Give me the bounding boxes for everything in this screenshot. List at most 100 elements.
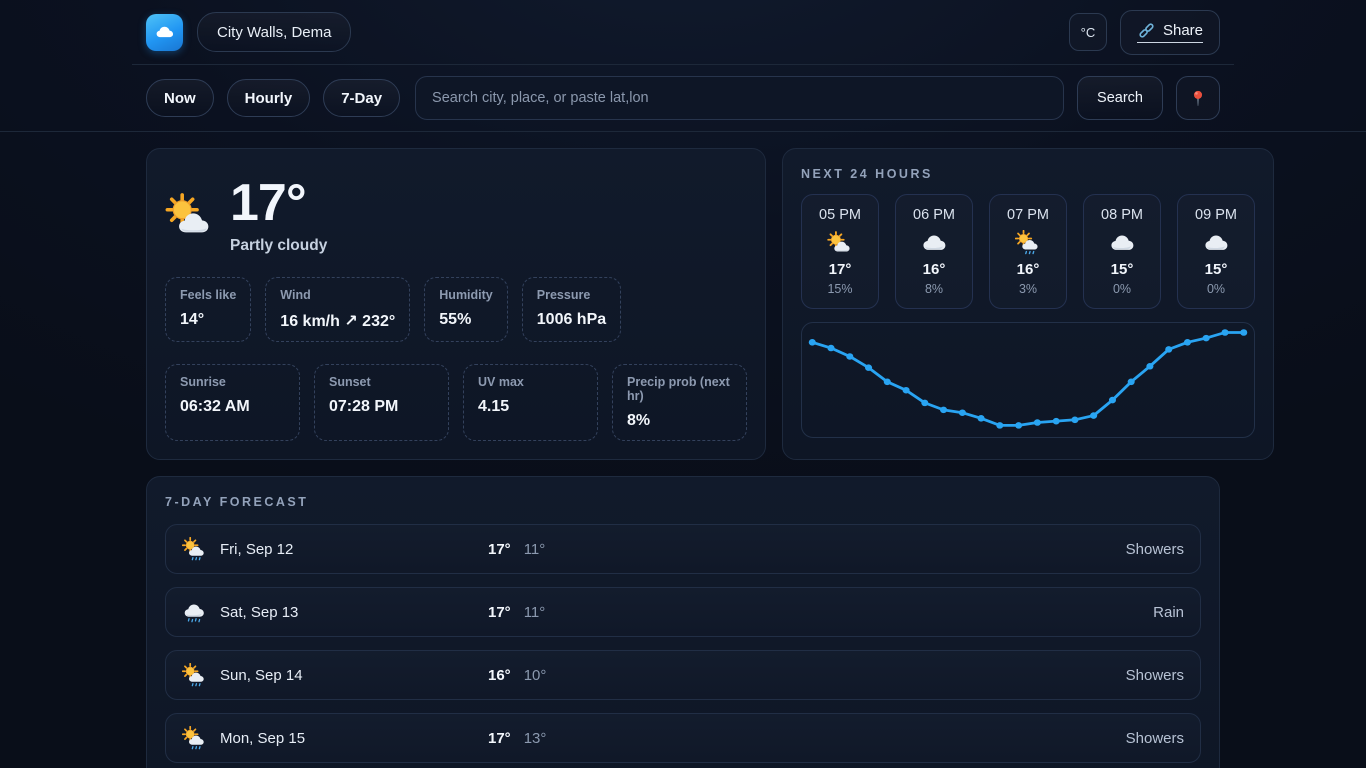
- day-low-temp: 10°: [524, 667, 547, 684]
- day-name: Sun, Sep 14: [220, 667, 488, 684]
- hourly-temp-chart: [801, 322, 1255, 438]
- day-name: Mon, Sep 15: [220, 730, 488, 747]
- stat-humidity: Humidity 55%: [424, 277, 507, 342]
- hour-precip: 0%: [1090, 282, 1154, 296]
- day-row-sat: Sat, Sep 13 17° 11° Rain: [165, 587, 1201, 637]
- stat-sunrise: Sunrise 06:32 AM: [165, 364, 300, 441]
- day-condition: Showers: [546, 667, 1184, 684]
- hour-time: 06 PM: [902, 207, 966, 223]
- link-icon: [1137, 21, 1156, 40]
- location-label: City Walls, Dema: [217, 24, 331, 41]
- unit-toggle-button[interactable]: °C: [1069, 13, 1107, 51]
- cloud-icon: [1109, 230, 1135, 256]
- day-high-temp: 17°: [488, 541, 511, 558]
- temp-trend-line-chart: [802, 323, 1254, 437]
- cloud-icon: [921, 230, 947, 256]
- current-summary: 17° Partly cloudy: [165, 177, 747, 255]
- current-weather-icon-wrap: [165, 191, 215, 241]
- stat-pressure: Pressure 1006 hPa: [522, 277, 621, 342]
- hourly-scroller[interactable]: 05 PM 17° 15% 06 PM 16° 8% 07 PM: [801, 194, 1255, 309]
- current-condition-text: Partly cloudy: [230, 237, 327, 255]
- hour-temp: 17°: [808, 261, 872, 278]
- day-condition: Showers: [546, 730, 1184, 747]
- stat-value: 16 km/h ↗ 232°: [280, 311, 395, 331]
- sun-behind-cloud-icon: [165, 191, 215, 241]
- use-my-location-button[interactable]: [1176, 76, 1220, 120]
- day-low-temp: 11°: [524, 604, 546, 621]
- day-name: Fri, Sep 12: [220, 541, 488, 558]
- stat-label: Pressure: [537, 288, 606, 302]
- stat-label: Precip prob (next hr): [627, 375, 732, 403]
- hour-time: 05 PM: [808, 207, 872, 223]
- hour-card: 05 PM 17° 15%: [801, 194, 879, 309]
- stat-label: UV max: [478, 375, 583, 389]
- day-low-temp: 13°: [524, 730, 547, 747]
- day-name: Sat, Sep 13: [220, 604, 488, 621]
- daily-section-title: 7-DAY FORECAST: [165, 495, 1201, 509]
- hour-card: 06 PM 16° 8%: [895, 194, 973, 309]
- hour-precip: 0%: [1184, 282, 1248, 296]
- hour-precip: 3%: [996, 282, 1060, 296]
- share-button[interactable]: Share: [1120, 10, 1220, 55]
- hour-temp: 16°: [996, 261, 1060, 278]
- day-high-temp: 16°: [488, 667, 511, 684]
- day-row-fri: Fri, Sep 12 17° 11° Showers: [165, 524, 1201, 574]
- stat-label: Sunrise: [180, 375, 285, 389]
- next-24-hours-card: NEXT 24 HOURS 05 PM 17° 15% 06 PM 16° 8%: [782, 148, 1274, 460]
- stat-value: 4.15: [478, 398, 583, 416]
- sun-behind-rain-cloud-icon: [1015, 230, 1041, 256]
- hour-card: 09 PM 15° 0%: [1177, 194, 1255, 309]
- current-stats-row-2: Sunrise 06:32 AM Sunset 07:28 PM UV max …: [165, 364, 747, 441]
- stat-value: 14°: [180, 311, 236, 329]
- stat-precip-prob: Precip prob (next hr) 8%: [612, 364, 747, 441]
- nav-bar: Now Hourly 7-Day Search: [132, 65, 1234, 131]
- stat-value: 55%: [439, 311, 492, 329]
- day-low-temp: 11°: [524, 541, 546, 558]
- current-stats-row-1: Feels like 14° Wind 16 km/h ↗ 232° Humid…: [165, 277, 747, 342]
- top-bar: City Walls, Dema °C Share: [132, 0, 1234, 65]
- hour-time: 09 PM: [1184, 207, 1248, 223]
- day-row-sun: Sun, Sep 14 16° 10° Showers: [165, 650, 1201, 700]
- hour-time: 08 PM: [1090, 207, 1154, 223]
- stat-value: 8%: [627, 412, 732, 430]
- current-temperature: 17°: [230, 177, 327, 229]
- day-row-mon: Mon, Sep 15 17° 13° Showers: [165, 713, 1201, 763]
- app-logo: [146, 14, 183, 51]
- day-high-temp: 17°: [488, 604, 511, 621]
- hour-temp: 15°: [1090, 261, 1154, 278]
- stat-feels-like: Feels like 14°: [165, 277, 251, 342]
- hour-temp: 15°: [1184, 261, 1248, 278]
- rain-cloud-icon: [182, 600, 207, 625]
- tab-hourly[interactable]: Hourly: [227, 79, 311, 117]
- search-input[interactable]: [415, 76, 1064, 120]
- stat-label: Feels like: [180, 288, 236, 302]
- cloud-logo-icon: [154, 22, 175, 43]
- share-label: Share: [1163, 22, 1203, 39]
- tab-7day[interactable]: 7-Day: [323, 79, 400, 117]
- tab-now[interactable]: Now: [146, 79, 214, 117]
- sun-behind-cloud-icon: [827, 230, 853, 256]
- stat-label: Humidity: [439, 288, 492, 302]
- hour-card: 07 PM 16° 3%: [989, 194, 1067, 309]
- cloud-icon: [1203, 230, 1229, 256]
- hour-temp: 16°: [902, 261, 966, 278]
- sun-behind-rain-cloud-icon: [182, 726, 207, 751]
- stat-label: Sunset: [329, 375, 434, 389]
- day-high-temp: 17°: [488, 730, 511, 747]
- hour-precip: 15%: [808, 282, 872, 296]
- stat-value: 1006 hPa: [537, 311, 606, 329]
- hourly-section-title: NEXT 24 HOURS: [801, 167, 1255, 181]
- share-button-inner: Share: [1137, 21, 1203, 43]
- stat-uv-max: UV max 4.15: [463, 364, 598, 441]
- stat-value: 06:32 AM: [180, 398, 285, 416]
- hour-card: 08 PM 15° 0%: [1083, 194, 1161, 309]
- stat-label: Wind: [280, 288, 395, 302]
- stat-wind: Wind 16 km/h ↗ 232°: [265, 277, 410, 342]
- search-button[interactable]: Search: [1077, 76, 1163, 120]
- pushpin-icon: [1188, 88, 1208, 108]
- daily-rows: Fri, Sep 12 17° 11° Showers Sat, Sep 13 …: [165, 524, 1201, 768]
- current-conditions-card: 17° Partly cloudy Feels like 14° Wind 16…: [146, 148, 766, 460]
- location-button[interactable]: City Walls, Dema: [197, 12, 351, 52]
- main-content: 17° Partly cloudy Feels like 14° Wind 16…: [0, 132, 1366, 768]
- hour-precip: 8%: [902, 282, 966, 296]
